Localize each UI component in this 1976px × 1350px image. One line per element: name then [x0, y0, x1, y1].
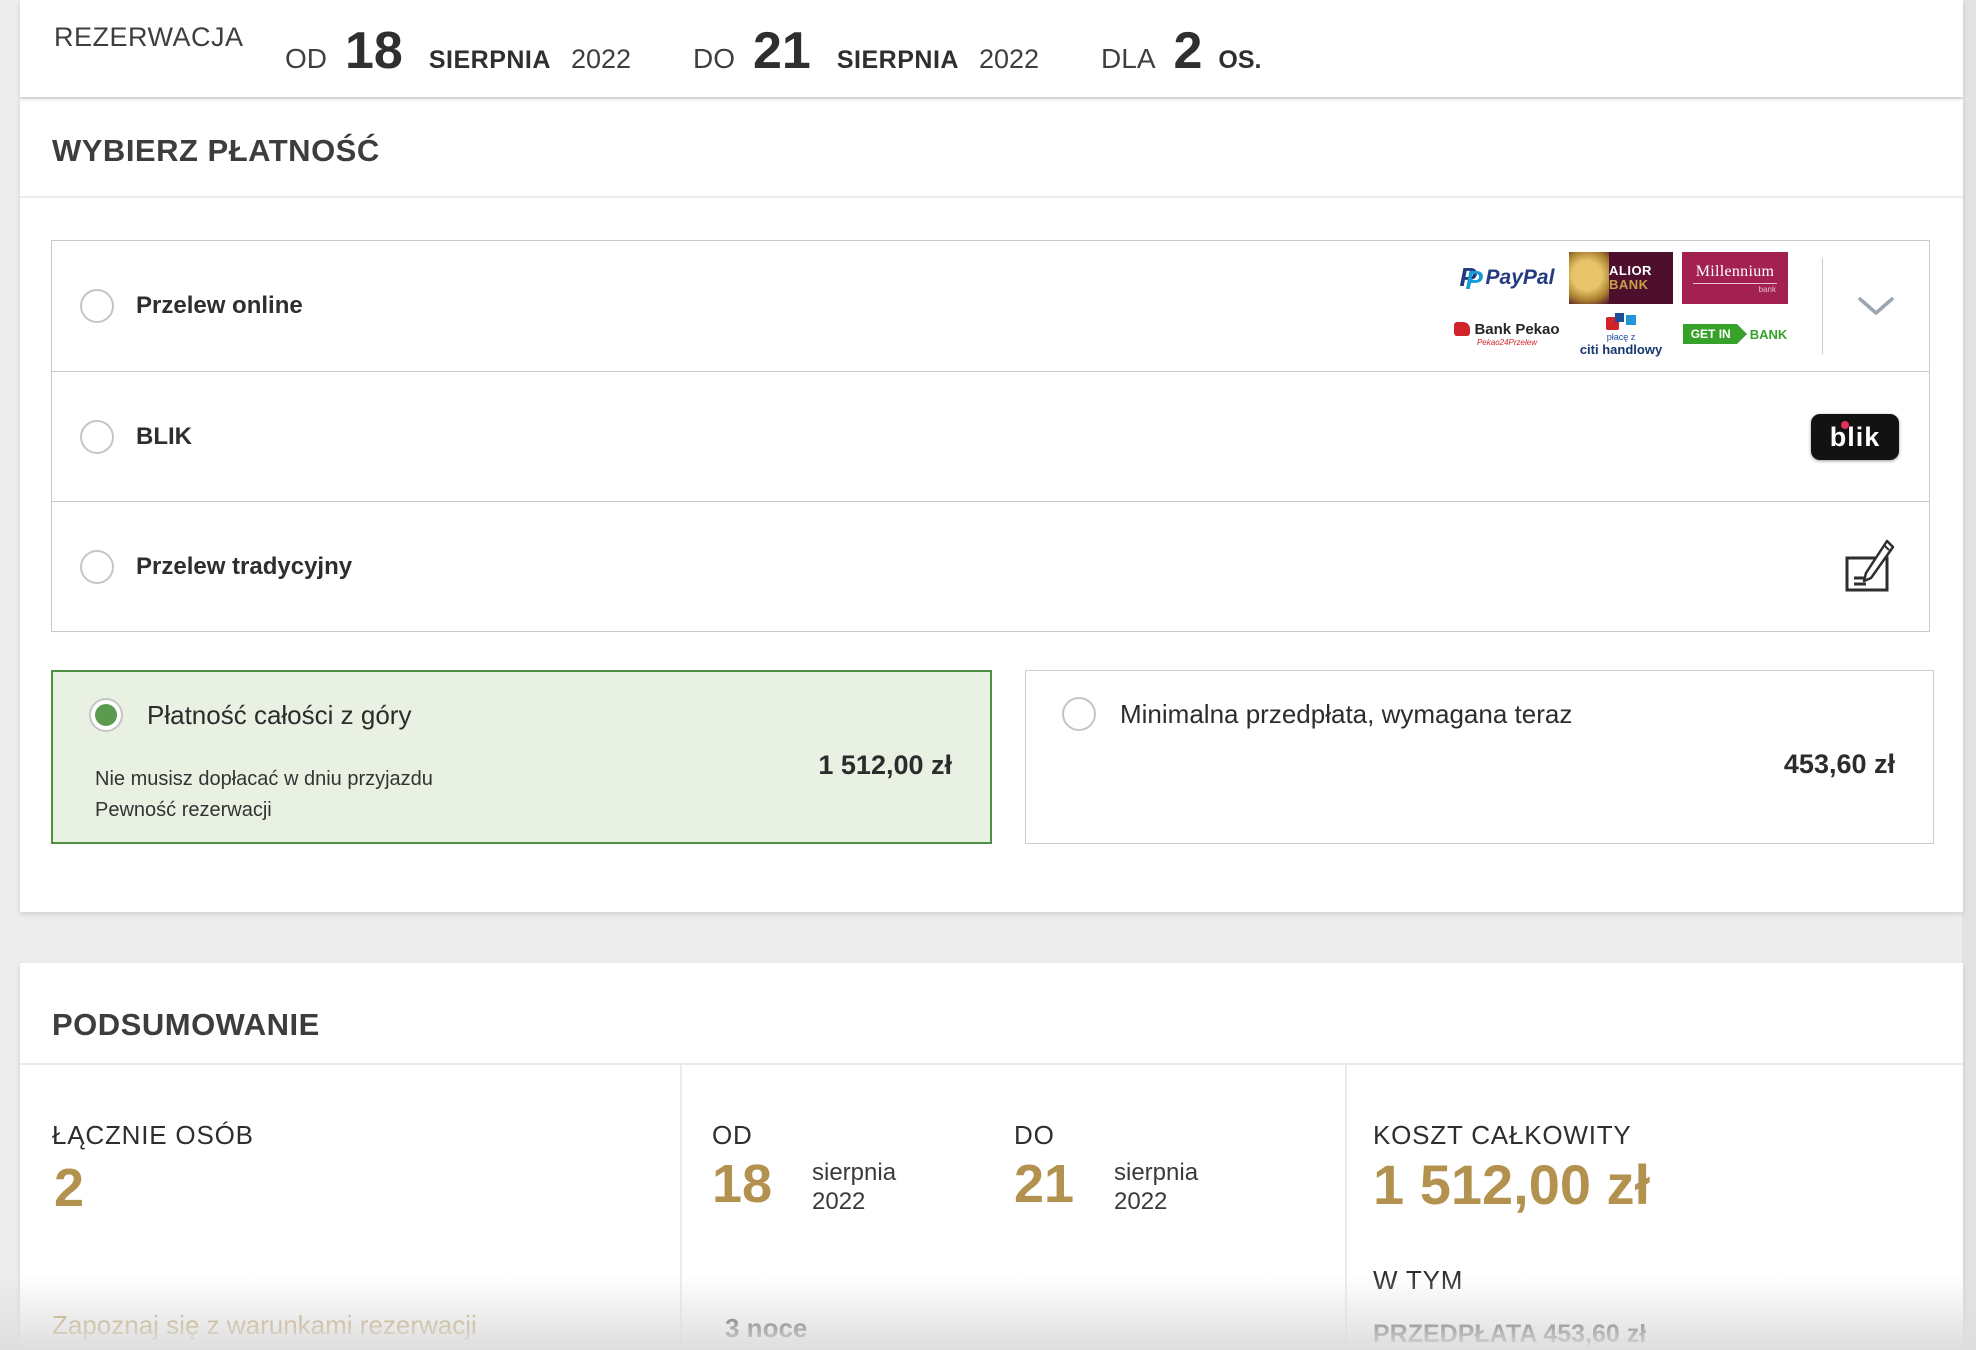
from-month: SIERPNIA — [429, 48, 551, 73]
paypal-logo: PP PayPal — [1454, 252, 1560, 304]
payment-method-blik[interactable]: BLIK blik — [52, 371, 1929, 501]
przelew-online-radio[interactable] — [80, 289, 114, 323]
prepayment-label: PRZEDPŁATA — [1373, 1320, 1536, 1348]
to-label: DO — [693, 45, 735, 73]
column-divider — [1345, 1065, 1347, 1350]
payment-method-przelew-tradycyjny[interactable]: Przelew tradycyjny — [52, 501, 1929, 631]
benefit-line: Nie musisz dopłacać w dniu przyjazdu — [95, 764, 433, 795]
summary-to-label: DO — [1014, 1120, 1055, 1151]
summary-from-month-year: sierpnia 2022 — [812, 1158, 896, 1216]
summary-section: PODSUMOWANIE ŁĄCZNIE OSÓB 2 Zapoznaj się… — [20, 963, 1963, 1350]
persons-count: 2 — [1174, 25, 1203, 77]
plan-minimal-label: Minimalna przedpłata, wymagana teraz — [1120, 699, 1572, 730]
payment-heading: WYBIERZ PŁATNOŚĆ — [52, 133, 380, 169]
chevron-down-icon[interactable] — [1853, 291, 1899, 321]
prepayment-line: PRZEDPŁATA 453,60 zł — [1373, 1320, 1646, 1349]
column-divider — [680, 1065, 682, 1350]
prepayment-value: 453,60 zł — [1543, 1320, 1646, 1348]
plan-minimal-price: 453,60 zł — [1784, 749, 1895, 780]
plan-full-payment[interactable]: Płatność całości z góry 1 512,00 zł Nie … — [51, 670, 992, 844]
booking-dates-strip: OD 18 SIERPNIA 2022 DO 21 SIERPNIA 2022 … — [285, 25, 1262, 77]
alior-bank-logo: ALIORBANK — [1568, 252, 1674, 304]
reservation-title: REZERWACJA — [54, 22, 244, 53]
payment-section: WYBIERZ PŁATNOŚĆ Przelew online PP PayPa… — [20, 99, 1963, 912]
including-label: W TYM — [1373, 1265, 1463, 1296]
from-year: 2022 — [571, 46, 631, 73]
reservation-header-bar: REZERWACJA OD 18 SIERPNIA 2022 DO 21 SIE… — [20, 0, 1963, 97]
millennium-bank-logo: Millennium bank — [1682, 252, 1788, 304]
plan-full-price: 1 512,00 zł — [818, 750, 952, 781]
blik-logo: blik — [1811, 414, 1899, 460]
nights-count: 3 noce — [725, 1313, 807, 1344]
to-month: SIERPNIA — [837, 48, 959, 73]
scrollbar-track[interactable] — [1962, 0, 1976, 1350]
persons-unit: OS. — [1218, 48, 1261, 73]
blik-label: BLIK — [136, 423, 192, 451]
przelew-tradycyjny-radio[interactable] — [80, 550, 114, 584]
from-label: OD — [285, 45, 327, 73]
heading-divider — [20, 196, 1963, 198]
logos-chevron-divider — [1822, 258, 1823, 354]
summary-heading: PODSUMOWANIE — [52, 1007, 320, 1043]
from-day: 18 — [345, 25, 403, 77]
reservation-terms-link[interactable]: Zapoznaj się z warunkami rezerwacji — [52, 1310, 477, 1341]
getin-bank-logo: GET IN BANK — [1682, 308, 1788, 360]
plan-full-label: Płatność całości z góry — [147, 700, 411, 731]
summary-from-day: 18 — [712, 1157, 772, 1211]
to-year: 2022 — [979, 46, 1039, 73]
summary-columns: ŁĄCZNIE OSÓB 2 Zapoznaj się z warunkami … — [20, 1065, 1963, 1350]
paypal-icon: PP — [1460, 264, 1482, 292]
pekao-bison-icon — [1454, 322, 1470, 336]
summary-from-label: OD — [712, 1120, 753, 1151]
payment-method-przelew-online[interactable]: Przelew online PP PayPal ALIORBANK — [52, 241, 1929, 371]
plan-full-benefits: Nie musisz dopłacać w dniu przyjazdu Pew… — [95, 764, 433, 826]
for-label: DLA — [1101, 45, 1155, 73]
to-day: 21 — [753, 25, 811, 77]
przelew-online-label: Przelew online — [136, 292, 303, 320]
blik-radio[interactable] — [80, 420, 114, 454]
total-cost-label: KOSZT CAŁKOWITY — [1373, 1120, 1632, 1151]
benefit-line: Pewność rezerwacji — [95, 795, 433, 826]
summary-to-day: 21 — [1014, 1157, 1074, 1211]
blik-dot-icon — [1841, 421, 1849, 429]
bank-pekao-logo: Bank Pekao Pekao24Przelew — [1454, 308, 1560, 360]
persons-total-value: 2 — [54, 1161, 84, 1215]
citi-squares-icon — [1606, 313, 1636, 331]
plan-minimal-radio[interactable] — [1062, 697, 1096, 731]
alior-statue-icon — [1569, 252, 1609, 304]
persons-total-label: ŁĄCZNIE OSÓB — [52, 1120, 254, 1151]
payment-methods-list: Przelew online PP PayPal ALIORBANK — [51, 240, 1930, 632]
citi-handlowy-logo: płacę z citi handlowy — [1568, 308, 1674, 360]
total-cost-value: 1 512,00 zł — [1373, 1157, 1650, 1213]
plan-full-radio-selected[interactable] — [89, 698, 123, 732]
przelew-tradycyjny-label: Przelew tradycyjny — [136, 553, 352, 581]
summary-to-month-year: sierpnia 2022 — [1114, 1158, 1198, 1216]
bank-logos-grid: PP PayPal ALIORBANK Millennium bank — [1454, 252, 1788, 360]
pencil-document-icon — [1843, 538, 1899, 596]
plan-minimal-prepayment[interactable]: Minimalna przedpłata, wymagana teraz 453… — [1025, 670, 1934, 844]
